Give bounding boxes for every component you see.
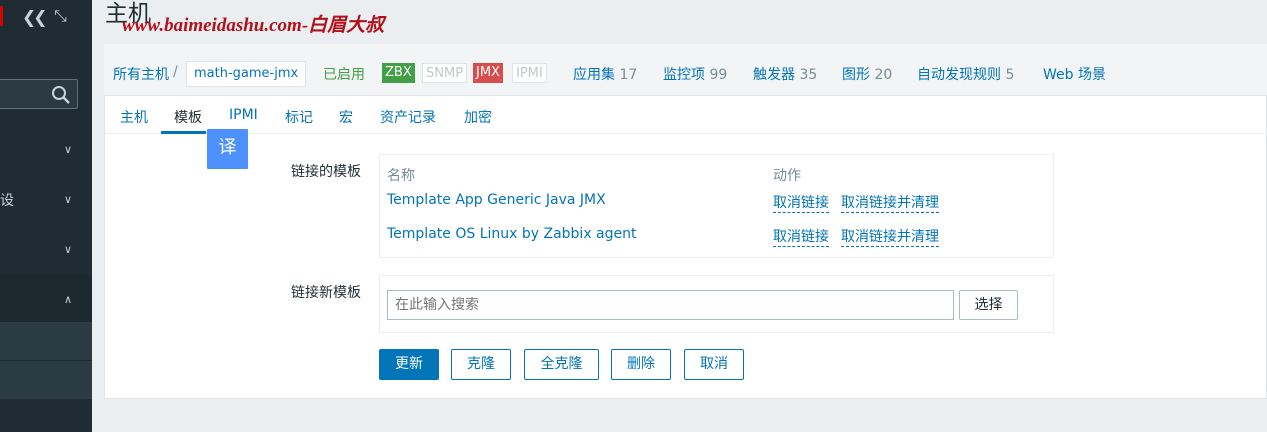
delete-button[interactable]: 删除	[611, 349, 671, 380]
unlink-button[interactable]: 取消链接	[773, 192, 829, 213]
sidebar-subitem[interactable]	[0, 360, 92, 398]
sidebar-item-configuration[interactable]	[0, 275, 92, 321]
applications-label: 应用集	[573, 67, 615, 83]
discovery-rules-count: 5	[1005, 67, 1015, 83]
full-clone-button[interactable]: 全克隆	[524, 349, 599, 380]
discovery-rules-link[interactable]: 自动发现规则 5	[917, 64, 1014, 84]
active-tab-indicator	[161, 131, 206, 134]
sidebar-marker	[0, 6, 3, 26]
sidebar-item-label[interactable]: 设	[0, 190, 14, 210]
sidebar-subitem[interactable]	[0, 321, 92, 359]
status-enabled[interactable]: 已启用	[323, 64, 365, 84]
collapse-icon[interactable]: ❮❮	[22, 8, 47, 28]
watermark: www.baimeidashu.com-白眉大叔	[122, 15, 385, 36]
triggers-link[interactable]: 触发器 35	[753, 64, 817, 84]
applications-link[interactable]: 应用集 17	[573, 64, 637, 84]
linked-templates-table: 名称 动作 Template App Generic Java JMX 取消链接…	[379, 154, 1054, 258]
triggers-count: 35	[799, 67, 818, 83]
graphs-label: 图形	[842, 67, 870, 83]
select-button[interactable]: 选择	[959, 290, 1018, 320]
tab-templates[interactable]: 模板	[174, 107, 202, 127]
triggers-label: 触发器	[753, 67, 795, 83]
discovery-rules-label: 自动发现规则	[917, 67, 1001, 83]
snmp-badge: SNMP	[422, 63, 468, 83]
chevron-up-icon[interactable]: ∧	[64, 293, 72, 306]
tab-ipmi[interactable]: IPMI	[229, 107, 258, 123]
column-header-action: 动作	[773, 168, 801, 184]
sidebar: ❮❮ ⤡ ∨ 设 ∨ ∨ ∧	[0, 0, 92, 432]
link-new-templates-box: 选择	[379, 275, 1054, 333]
chevron-down-icon[interactable]: ∨	[64, 243, 72, 256]
items-link[interactable]: 监控项 99	[663, 64, 727, 84]
chevron-down-icon[interactable]: ∨	[64, 193, 72, 206]
applications-count: 17	[619, 67, 638, 83]
search-icon[interactable]	[50, 84, 72, 106]
tab-encryption[interactable]: 加密	[464, 107, 492, 127]
zbx-badge: ZBX	[382, 63, 415, 83]
host-navigation-bar: 所有主机 / math-game-jmx 已启用 ZBX SNMP JMX IP…	[104, 44, 1267, 96]
graphs-link[interactable]: 图形 20	[842, 64, 892, 84]
main-content: 主机 www.baimeidashu.com-白眉大叔 所有主机 / math-…	[92, 0, 1267, 432]
unlink-and-clear-button[interactable]: 取消链接并清理	[841, 192, 939, 213]
linked-templates-label: 链接的模板	[291, 164, 361, 180]
cancel-button[interactable]: 取消	[684, 349, 744, 380]
breadcrumb-all-hosts[interactable]: 所有主机	[113, 64, 169, 84]
update-button[interactable]: 更新	[379, 349, 439, 380]
tab-bar: 主机 模板 IPMI 标记 宏 资产记录 加密	[105, 96, 1267, 134]
ipmi-badge: IPMI	[512, 63, 547, 83]
host-form-card: 主机 模板 IPMI 标记 宏 资产记录 加密 译 链接的模板 名称 动作 Te…	[104, 96, 1267, 399]
breadcrumb-separator: /	[173, 64, 178, 80]
graphs-count: 20	[874, 67, 893, 83]
jmx-badge: JMX	[473, 63, 503, 83]
web-scenarios-link[interactable]: Web 场景	[1043, 64, 1106, 84]
tab-inventory[interactable]: 资产记录	[380, 107, 436, 127]
template-name-link[interactable]: Template OS Linux by Zabbix agent	[387, 226, 637, 242]
tab-tags[interactable]: 标记	[285, 107, 313, 127]
link-new-templates-label: 链接新模板	[291, 285, 361, 301]
tab-macros[interactable]: 宏	[339, 107, 353, 127]
chevron-down-icon[interactable]: ∨	[64, 143, 72, 156]
items-label: 监控项	[663, 67, 705, 83]
expand-icon[interactable]: ⤡	[54, 6, 67, 26]
translate-button[interactable]: 译	[207, 129, 248, 169]
items-count: 99	[709, 67, 728, 83]
template-name-link[interactable]: Template App Generic Java JMX	[387, 192, 606, 208]
unlink-and-clear-button[interactable]: 取消链接并清理	[841, 226, 939, 247]
breadcrumb-current-host[interactable]: math-game-jmx	[186, 61, 307, 87]
unlink-button[interactable]: 取消链接	[773, 226, 829, 247]
column-header-name: 名称	[387, 168, 415, 184]
template-search-input[interactable]	[387, 290, 954, 320]
tab-host[interactable]: 主机	[120, 107, 148, 127]
clone-button[interactable]: 克隆	[451, 349, 511, 380]
